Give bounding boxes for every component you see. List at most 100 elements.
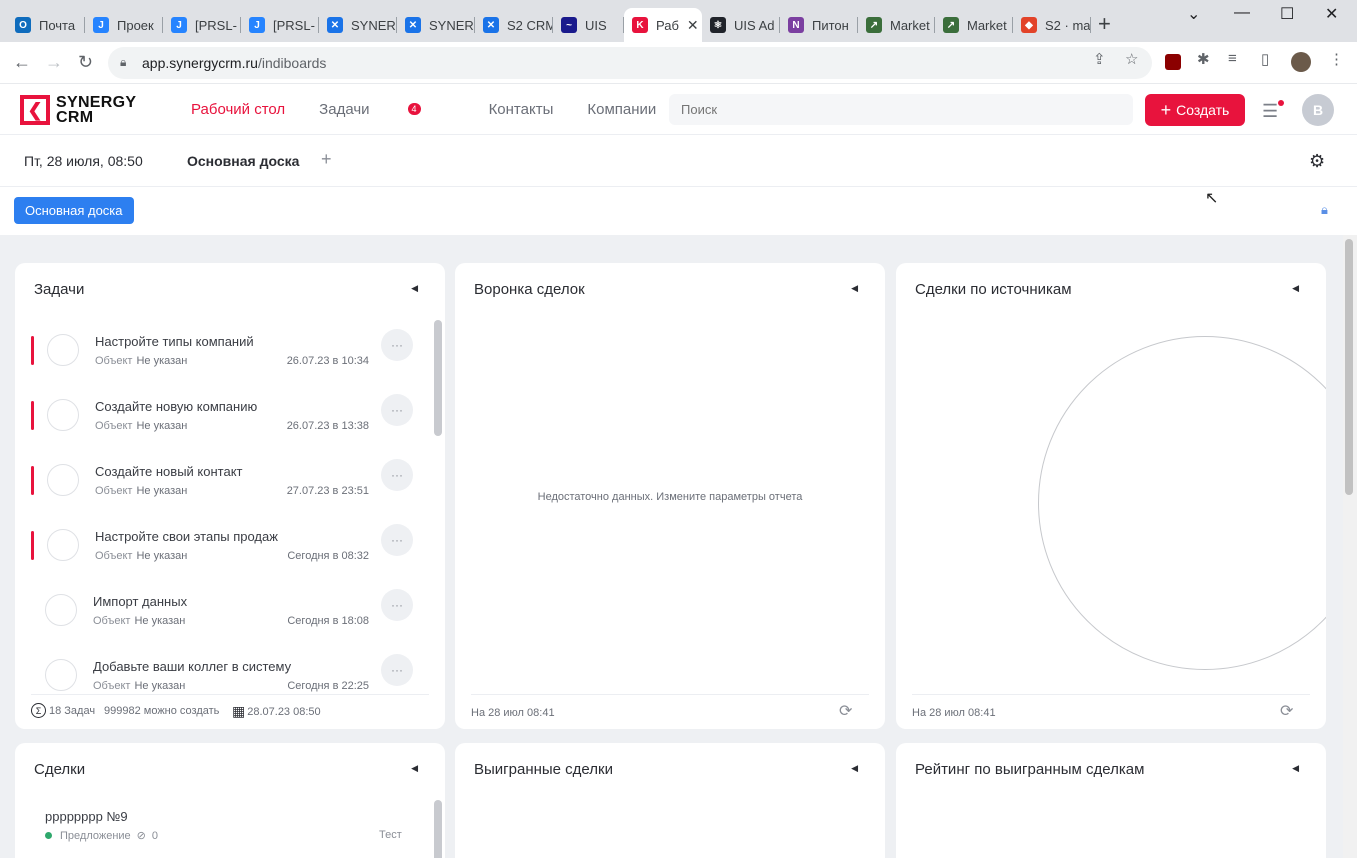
task-name[interactable]: Создайте новый контакт [95, 464, 242, 479]
nav-tasks[interactable]: Задачи 4 [319, 101, 454, 118]
browser-tab[interactable]: J [PRSL- [163, 8, 241, 42]
synergy-logo[interactable]: ❮ SYNERGY CRM [20, 95, 136, 126]
task-complete-checkbox[interactable] [47, 464, 79, 496]
search-input[interactable] [669, 94, 1133, 125]
share-icon[interactable]: ⇪ [1093, 50, 1106, 68]
close-window-icon[interactable]: ✕ [1325, 4, 1338, 24]
browser-tab[interactable]: ⚛ UIS Ad [702, 8, 780, 42]
task-row[interactable]: Настройте типы компаний Объект Не указан 26… [31, 328, 416, 386]
browser-tab[interactable]: ✕ S2 CRM [475, 8, 553, 42]
media-icon[interactable]: ≡ [1228, 50, 1237, 67]
tab-label: S2 CRM [507, 17, 553, 33]
task-name[interactable]: Создайте новую компанию [95, 399, 257, 414]
minimize-icon[interactable]: — [1234, 4, 1250, 22]
task-name[interactable]: Настройте типы компаний [95, 334, 254, 349]
browser-tab[interactable]: O Почта [7, 8, 85, 42]
tab-search-icon[interactable]: ⌄ [1187, 4, 1200, 24]
refresh-icon[interactable]: ⟳ [839, 701, 852, 721]
task-meta-value: Не указан [134, 680, 186, 692]
board-chip[interactable]: Основная доска [14, 197, 134, 224]
maximize-icon[interactable]: ☐ [1280, 4, 1294, 24]
tasks-title: Задачи [34, 281, 85, 298]
tab-main-board[interactable]: Основная доска [187, 153, 299, 169]
tab-favicon-icon: N [788, 17, 804, 33]
collapse-icon[interactable]: ◀ [1292, 763, 1299, 774]
page-scrollbar-thumb[interactable] [1345, 239, 1353, 495]
task-meta-label: Объект [95, 420, 133, 432]
forward-icon[interactable]: → [45, 52, 63, 73]
browser-tab[interactable]: K Раб ✕ [624, 8, 702, 42]
create-button[interactable]: + Создать [1145, 94, 1245, 126]
mouse-cursor-icon: ↖ [1205, 190, 1219, 207]
nav-contacts[interactable]: Контакты [489, 101, 554, 118]
browser-tab[interactable]: ✕ SYNER [319, 8, 397, 42]
browser-tab[interactable]: J [PRSL- [241, 8, 319, 42]
side-panel-icon[interactable]: ▯ [1261, 50, 1269, 68]
browser-tab[interactable]: N Питон [780, 8, 858, 42]
browser-tab[interactable]: ✕ SYNER [397, 8, 475, 42]
browser-tab[interactable]: J Проек [85, 8, 163, 42]
task-row[interactable]: Настройте свои этапы продаж Объект Не указ… [31, 523, 416, 581]
new-tab-button[interactable]: + [1098, 13, 1111, 35]
task-complete-checkbox[interactable] [47, 529, 79, 561]
tasks-scrollbar[interactable] [434, 320, 442, 436]
more-icon[interactable]: ··· [381, 524, 413, 556]
collapse-icon[interactable]: ◀ [851, 283, 858, 294]
task-row[interactable]: Импорт данных Объект Не указан Сегодня в 18… [31, 588, 416, 646]
collapse-icon[interactable]: ◀ [1292, 283, 1299, 294]
deals-scrollbar[interactable] [434, 800, 442, 858]
plus-icon: + [1160, 99, 1172, 120]
tab-label: Питон [812, 17, 849, 33]
task-row[interactable]: Создайте новый контакт Объект Не указан 27.… [31, 458, 416, 516]
browser-tab[interactable]: ↗ Market [935, 8, 1013, 42]
task-row[interactable]: Создайте новую компанию Объект Не указан 26… [31, 393, 416, 451]
task-name[interactable]: Добавьте ваши коллег в систему [93, 659, 291, 674]
page-scrollbar[interactable] [1343, 235, 1357, 858]
extensions-icon[interactable]: ✱ [1197, 50, 1210, 68]
nav-desk[interactable]: Рабочий стол [191, 101, 285, 118]
task-complete-checkbox[interactable] [47, 399, 79, 431]
more-icon[interactable]: ··· [381, 394, 413, 426]
refresh-icon[interactable]: ⟳ [1280, 701, 1293, 721]
lock-icon[interactable]: 🔒︎ [1321, 202, 1328, 218]
user-avatar[interactable]: B [1302, 94, 1334, 126]
funnel-empty-text: Недостаточно данных. Измените параметры … [537, 491, 803, 503]
task-name[interactable]: Импорт данных [93, 594, 187, 609]
collapse-icon[interactable]: ◀ [411, 763, 418, 774]
ublock-icon[interactable] [1165, 54, 1181, 70]
funnel-updated: На 28 июл 08:41 [471, 707, 555, 719]
task-complete-checkbox[interactable] [45, 659, 77, 691]
task-complete-checkbox[interactable] [45, 594, 77, 626]
task-name[interactable]: Настройте свои этапы продаж [95, 529, 278, 544]
kebab-menu-icon[interactable]: ⋮ [1329, 50, 1344, 68]
browser-tab[interactable]: ◆ S2 · ma [1013, 8, 1091, 42]
menu-icon[interactable]: ☰ [1262, 101, 1278, 122]
browser-tab[interactable]: ~ UIS [553, 8, 624, 42]
tab-favicon-icon: O [15, 17, 31, 33]
nav-companies[interactable]: Компании [587, 101, 656, 118]
back-icon[interactable]: ← [13, 52, 31, 73]
collapse-icon[interactable]: ◀ [851, 763, 858, 774]
collapse-icon[interactable]: ◀ [411, 283, 418, 294]
more-icon[interactable]: ··· [381, 459, 413, 491]
address-bar[interactable]: 🔒︎ app.synergycrm.ru/indiboards [108, 47, 1152, 79]
profile-avatar[interactable] [1291, 52, 1311, 72]
browser-tab[interactable]: ↗ Market [858, 8, 935, 42]
reload-icon[interactable]: ↻ [78, 52, 93, 73]
more-icon[interactable]: ··· [381, 329, 413, 361]
deal-name[interactable]: рррррррр №9 [45, 809, 128, 824]
task-due: Сегодня в 18:08 [287, 615, 369, 627]
tab-separator [552, 17, 553, 33]
task-complete-checkbox[interactable] [47, 334, 79, 366]
board-subbar: Основная доска 🔒︎ [0, 187, 1357, 235]
task-meta: Объект Не указан [93, 615, 185, 627]
more-icon[interactable]: ··· [381, 589, 413, 621]
tab-close-icon[interactable]: ✕ [687, 17, 699, 34]
bookmark-star-icon[interactable]: ☆ [1125, 50, 1138, 68]
tab-label: Market [967, 17, 1007, 33]
add-board-icon[interactable]: + [321, 149, 332, 170]
overdue-flag [31, 336, 34, 365]
sources-pie-chart[interactable] [1038, 336, 1326, 670]
more-icon[interactable]: ··· [381, 654, 413, 686]
gear-icon[interactable]: ⚙ [1309, 151, 1325, 172]
